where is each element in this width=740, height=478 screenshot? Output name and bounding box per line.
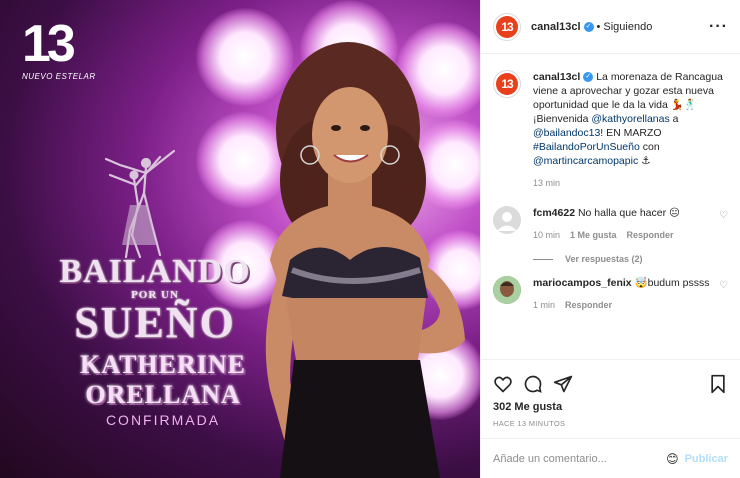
comment-bubble-icon[interactable] xyxy=(523,374,543,394)
avatar-logo: 13 xyxy=(496,15,518,38)
save-bookmark-icon[interactable] xyxy=(708,374,728,394)
participant-last-name: ORELLANA xyxy=(85,380,241,409)
reply-button[interactable]: Responder xyxy=(565,298,612,312)
avatar-logo: 13 xyxy=(496,73,518,95)
view-replies-button[interactable]: Ver respuestas (2) xyxy=(533,254,728,264)
like-heart-icon[interactable] xyxy=(493,374,513,394)
comment-likes[interactable]: 1 Me gusta xyxy=(570,228,617,242)
caption-text-part: con xyxy=(639,141,660,153)
mention-link[interactable]: @bailandoc13 xyxy=(533,127,600,139)
post-side-panel: 13 canal13cl ✓ • Siguiendo ··· 13 canal1… xyxy=(480,0,740,478)
caption-time[interactable]: 13 min xyxy=(533,176,560,190)
hashtag-link[interactable]: #BailandoPorUnSueño xyxy=(533,141,640,153)
verified-badge-icon: ✓ xyxy=(583,72,594,83)
caption-text: canal13cl ✓ La morenaza de Rancagua viene… xyxy=(533,70,728,168)
publish-button[interactable]: Publicar xyxy=(685,453,728,465)
comments-section: 13 canal13cl ✓ La morenaza de Rancagua vi… xyxy=(481,54,740,359)
avatar[interactable] xyxy=(493,276,521,304)
dancer-photo xyxy=(265,42,465,478)
emoji-picker-icon[interactable]: 😊 xyxy=(666,452,679,466)
caption-row: 13 canal13cl ✓ La morenaza de Rancagua vi… xyxy=(493,70,728,190)
add-comment-form: 😊 Publicar xyxy=(481,438,740,478)
instagram-post: 13 NUEVO ESTELAR BAILANDO POR UN SUEÑO K… xyxy=(0,0,740,478)
dancers-silhouette-icon xyxy=(104,149,176,259)
comment-input[interactable] xyxy=(493,452,667,465)
avatar[interactable]: 13 xyxy=(493,12,521,41)
more-options-icon[interactable]: ··· xyxy=(709,18,728,36)
comment-row: fcm4622 No halla que hacer 😐 10 min 1 Me… xyxy=(493,206,728,242)
post-header: 13 canal13cl ✓ • Siguiendo ··· xyxy=(481,0,740,54)
comment-row: mariocampos_fenix 🤯budum pssss 1 min Res… xyxy=(493,276,728,312)
post-timestamp[interactable]: HACE 13 MINUTOS xyxy=(481,413,740,438)
caption-text-part: a xyxy=(669,113,679,125)
user-photo-icon xyxy=(493,276,521,304)
separator-dot: • xyxy=(596,20,601,33)
default-avatar-icon xyxy=(497,212,517,231)
comment-text: 🤯budum pssss xyxy=(634,277,710,289)
confirmation-status: CONFIRMADA xyxy=(105,412,221,428)
show-title-line1: BAILANDO xyxy=(59,253,251,290)
post-actions-bar xyxy=(481,359,740,399)
canal13-logo: 13 NUEVO ESTELAR xyxy=(22,15,96,81)
comment-meta: 1 min Responder xyxy=(533,298,713,312)
comment-body: fcm4622 No halla que hacer 😐 10 min 1 Me… xyxy=(533,206,713,242)
caption-username[interactable]: canal13cl xyxy=(533,71,580,83)
mention-link[interactable]: @martincarcamopapic xyxy=(533,155,638,167)
caption-body: canal13cl ✓ La morenaza de Rancagua viene… xyxy=(533,70,728,190)
like-comment-heart-icon[interactable]: ♡ xyxy=(719,210,728,242)
like-comment-heart-icon[interactable]: ♡ xyxy=(719,280,728,312)
verified-badge-icon: ✓ xyxy=(583,21,594,32)
show-title-line3: SUEÑO xyxy=(74,298,236,347)
logo-subtitle: NUEVO ESTELAR xyxy=(22,72,96,81)
comment-time[interactable]: 10 min xyxy=(533,228,560,242)
post-image[interactable]: 13 NUEVO ESTELAR BAILANDO POR UN SUEÑO K… xyxy=(0,0,480,478)
caption-meta: 13 min xyxy=(533,176,728,190)
comment-username[interactable]: fcm4622 xyxy=(533,207,575,219)
logo-number: 13 xyxy=(22,15,76,73)
caption-text-part: ⚓ xyxy=(638,155,651,167)
caption-text-part: ! EN MARZO xyxy=(600,127,662,139)
comment-meta: 10 min 1 Me gusta Responder xyxy=(533,228,713,242)
comment-time[interactable]: 1 min xyxy=(533,298,555,312)
mention-link[interactable]: @kathyorellanas xyxy=(591,113,669,125)
following-button[interactable]: Siguiendo xyxy=(603,21,652,33)
replies-line-divider xyxy=(533,258,553,260)
share-send-icon[interactable] xyxy=(553,374,573,394)
header-username[interactable]: canal13cl xyxy=(531,21,581,33)
avatar[interactable]: 13 xyxy=(493,70,521,98)
comment-body: mariocampos_fenix 🤯budum pssss 1 min Res… xyxy=(533,276,713,312)
show-title-logo: BAILANDO POR UN SUEÑO xyxy=(40,255,270,345)
view-replies-label: Ver respuestas (2) xyxy=(565,254,643,264)
comment-username[interactable]: mariocampos_fenix xyxy=(533,277,632,289)
comment-text: No halla que hacer 😐 xyxy=(577,207,680,219)
reply-button[interactable]: Responder xyxy=(627,228,674,242)
avatar[interactable] xyxy=(493,206,521,234)
likes-count[interactable]: 302 Me gusta xyxy=(481,399,740,413)
participant-first-name: KATHERINE xyxy=(80,350,246,379)
